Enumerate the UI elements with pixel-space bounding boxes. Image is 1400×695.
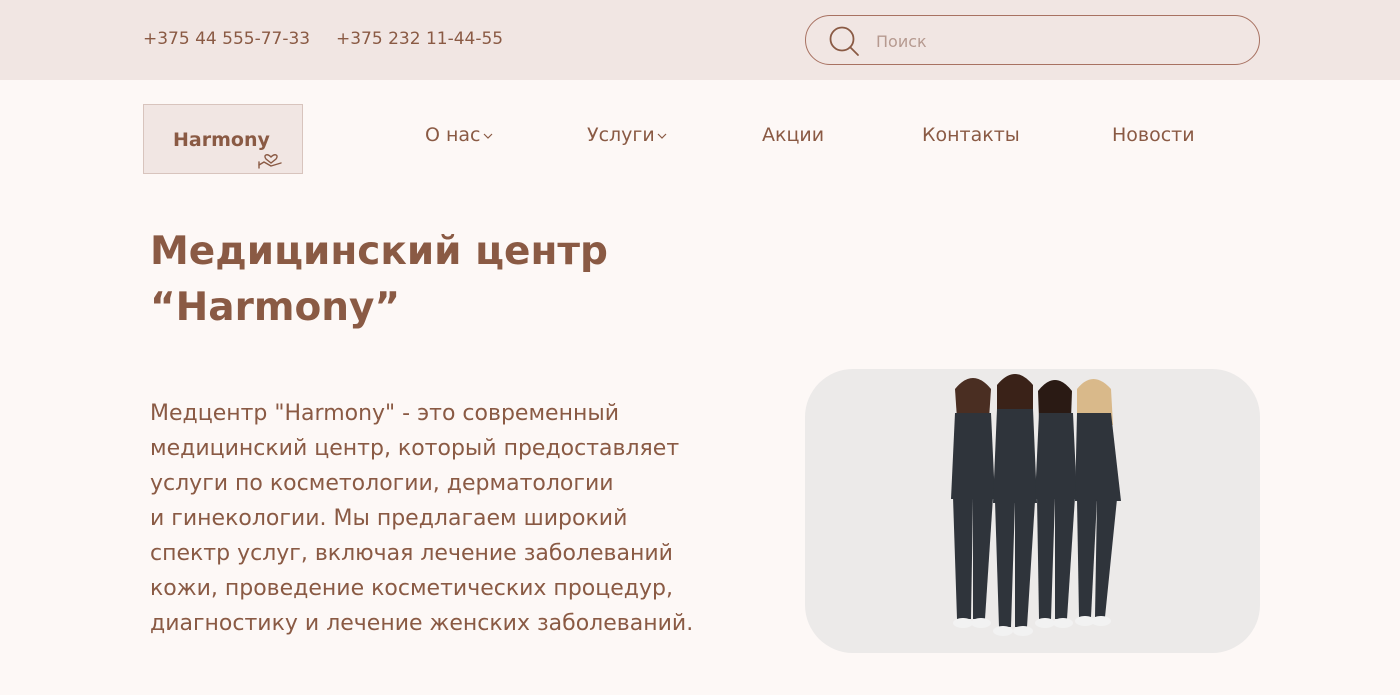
phone-link-mobile[interactable]: +375 44 555-77-33 bbox=[143, 29, 310, 49]
page-title-line: Медицинский центр bbox=[150, 229, 608, 274]
chevron-down-icon bbox=[483, 133, 492, 139]
phone-link-landline[interactable]: +375 232 11-44-55 bbox=[336, 29, 503, 49]
hero-description: Медцентр "Harmony" - это современный мед… bbox=[150, 396, 780, 641]
description-line: кожи, проведение косметических процедур, bbox=[150, 576, 673, 601]
logo-text: Harmony bbox=[173, 129, 270, 151]
description-line: медицинский центр, который предоставляет bbox=[150, 436, 680, 461]
hand-heart-icon bbox=[258, 154, 282, 169]
top-bar: +375 44 555-77-33 +375 232 11-44-55 bbox=[0, 0, 1400, 80]
logo[interactable]: Harmony bbox=[143, 104, 303, 174]
description-line: Медцентр "Harmony" - это современный bbox=[150, 401, 620, 426]
description-line: и гинекологии. Мы предлагаем широкий bbox=[150, 506, 628, 531]
medical-staff-illustration bbox=[951, 374, 1121, 636]
search-box[interactable] bbox=[805, 15, 1260, 65]
nav-item-label: О нас bbox=[425, 124, 481, 146]
description-line: услуги по косметологии, дерматологии bbox=[150, 471, 614, 496]
nav-item-about[interactable]: О нас bbox=[425, 124, 493, 146]
page-title-line: “Harmony” bbox=[150, 285, 401, 330]
chevron-down-icon bbox=[657, 133, 667, 139]
hero-image bbox=[805, 369, 1260, 653]
nav-item-contacts[interactable]: Контакты bbox=[922, 124, 1020, 146]
nav-item-services[interactable]: Услуги bbox=[587, 124, 667, 146]
nav-item-label: Услуги bbox=[587, 124, 655, 146]
nav-item-promotions[interactable]: Акции bbox=[762, 124, 824, 146]
nav-item-news[interactable]: Новости bbox=[1112, 124, 1195, 146]
description-line: спектр услуг, включая лечение заболевани… bbox=[150, 541, 673, 566]
description-line: диагностику и лечение женских заболевани… bbox=[150, 611, 694, 636]
page-title: Медицинский центр “Harmony” bbox=[150, 224, 608, 336]
search-input[interactable] bbox=[876, 28, 1236, 54]
search-icon[interactable] bbox=[828, 25, 860, 57]
